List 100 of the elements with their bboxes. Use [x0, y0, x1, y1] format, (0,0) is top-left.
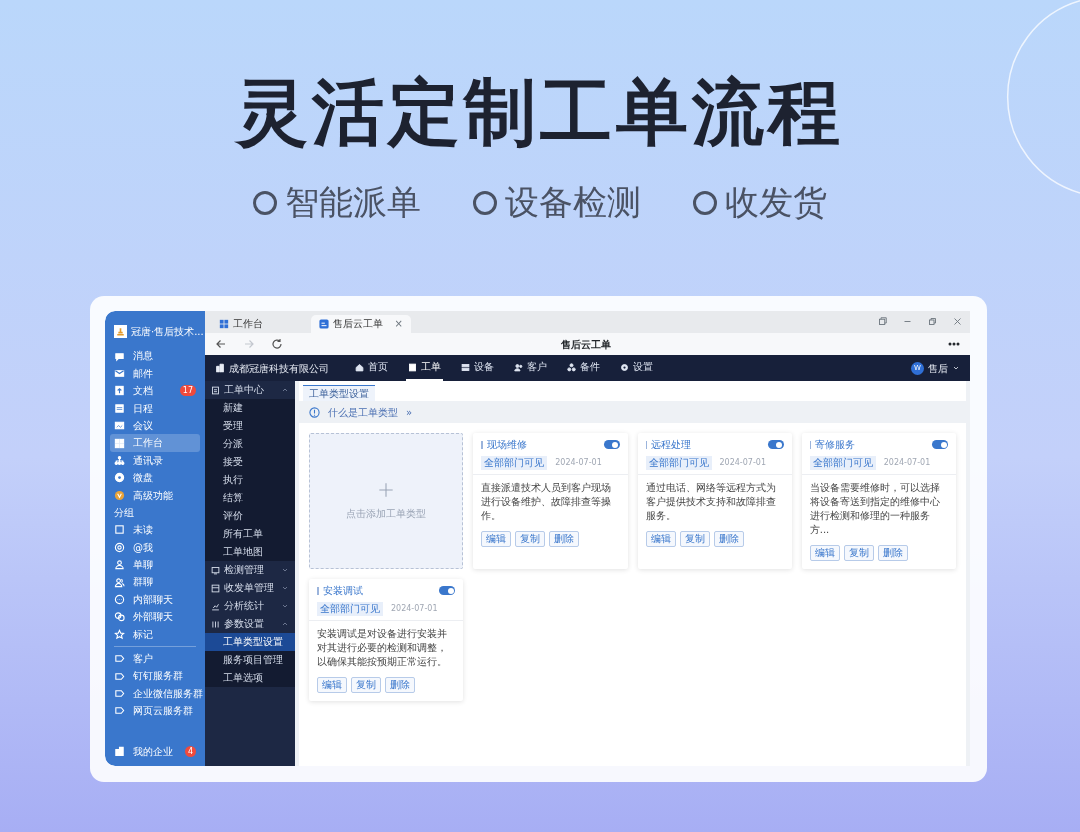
- add-card[interactable]: 点击添加工单类型: [309, 433, 464, 570]
- at-icon: [114, 541, 125, 553]
- nav-item[interactable]: 设备: [459, 355, 496, 382]
- section-heading: 分组: [113, 505, 135, 520]
- card-action-button[interactable]: 删除: [713, 531, 744, 548]
- people-icon: [114, 576, 125, 588]
- sidebar-item[interactable]: 我的企业 4: [110, 743, 200, 761]
- card-action-button[interactable]: 复制: [515, 531, 546, 548]
- page-tab[interactable]: 工单类型设置: [303, 385, 375, 402]
- reload-icon[interactable]: [271, 338, 283, 351]
- nav-item[interactable]: 备件: [565, 355, 602, 382]
- sidebar-item[interactable]: 日程: [110, 399, 200, 417]
- card-title: 安装调试: [322, 584, 363, 599]
- card-date: 2024-07-01: [883, 457, 931, 470]
- nav-item[interactable]: 设置: [618, 355, 655, 382]
- menu-item[interactable]: 评价: [205, 507, 295, 526]
- menu-item[interactable]: 新建: [205, 399, 295, 418]
- menu-item[interactable]: 工单选项: [205, 669, 295, 688]
- sidebar-item[interactable]: 客户: [110, 650, 200, 668]
- sidebar-item[interactable]: 通讯录: [110, 451, 200, 470]
- toggle-switch[interactable]: [767, 440, 784, 450]
- sidebar-item[interactable]: 内部聊天: [110, 590, 200, 609]
- person-icon: [114, 559, 125, 571]
- grid-icon: [219, 319, 229, 330]
- card-action-button[interactable]: 复制: [843, 545, 874, 562]
- menu-item[interactable]: 服务项目管理: [205, 651, 295, 670]
- sidebar-item[interactable]: 网页云服务群: [110, 702, 200, 720]
- card-action-button[interactable]: 编辑: [481, 531, 512, 548]
- company-name: 成都冠唐科技有限公司: [229, 361, 329, 376]
- chat-icon: [114, 350, 125, 362]
- menu-group[interactable]: 分析统计: [205, 597, 295, 616]
- sidebar-item[interactable]: 微盘: [110, 469, 200, 487]
- restore-icon: [928, 316, 937, 326]
- sidebar-item[interactable]: @我: [110, 538, 200, 557]
- sidebar-label: 日程: [133, 401, 153, 416]
- app-icon: [319, 319, 329, 330]
- boxes-icon: [567, 362, 576, 372]
- card-action-button[interactable]: 复制: [679, 531, 710, 548]
- add-card-label: 点击添加工单类型: [346, 506, 427, 521]
- title-marker: [809, 440, 812, 449]
- menu-item[interactable]: 接受: [205, 453, 295, 472]
- tab-label: 工作台: [233, 317, 263, 332]
- menu-group[interactable]: 收发单管理: [205, 579, 295, 598]
- disk-icon: [114, 472, 125, 484]
- card-action-button[interactable]: 删除: [385, 677, 415, 694]
- count-badge: 4: [184, 746, 196, 758]
- card-action-button[interactable]: 编辑: [317, 677, 347, 694]
- nav-item[interactable]: 首页: [353, 355, 390, 382]
- card-action-button[interactable]: 编辑: [809, 545, 840, 562]
- browser-tab[interactable]: 售后云工单 ×: [311, 315, 411, 334]
- help-link[interactable]: 什么是工单类型: [328, 404, 398, 420]
- sidebar-item[interactable]: 标记: [110, 625, 200, 644]
- sidebar-item[interactable]: 未读: [110, 521, 200, 539]
- sidebar-label: 内部聊天: [133, 592, 173, 607]
- sidebar-item[interactable]: 会议: [110, 416, 200, 435]
- sidebar-item[interactable]: 邮件: [110, 364, 200, 383]
- sidebar-item[interactable]: 高级功能: [110, 486, 200, 504]
- plus-icon: [378, 481, 395, 498]
- user-name[interactable]: 售后: [928, 360, 948, 376]
- sidebar-item[interactable]: 钉钉服务群: [110, 667, 200, 685]
- menu-group[interactable]: 检测管理: [205, 561, 295, 580]
- sidebar-item[interactable]: 工作台: [110, 434, 200, 452]
- close-button[interactable]: ×: [394, 315, 403, 334]
- menu-group[interactable]: 参数设置: [205, 615, 295, 634]
- sidebar-item[interactable]: 单聊: [110, 556, 200, 574]
- document-icon: [211, 385, 220, 395]
- sidebar-item[interactable]: 文档 17: [110, 382, 200, 400]
- nav-item[interactable]: 客户: [512, 355, 549, 382]
- card-action-button[interactable]: 删除: [877, 545, 908, 562]
- tag-icon: [114, 653, 125, 665]
- menu-item[interactable]: 分派: [205, 435, 295, 454]
- card-title: 远程处理: [651, 438, 691, 453]
- card-action-button[interactable]: 删除: [549, 531, 580, 548]
- toggle-switch[interactable]: [603, 440, 620, 450]
- sidebar-item[interactable]: 外部聊天: [110, 608, 200, 626]
- square-icon: [114, 524, 125, 536]
- info-icon: [309, 406, 320, 418]
- menu-group[interactable]: 工单中心: [205, 381, 295, 400]
- toggle-switch[interactable]: [932, 440, 948, 450]
- close-icon: [953, 316, 962, 326]
- card-action-button[interactable]: 编辑: [645, 531, 676, 548]
- menu-item[interactable]: 工单类型设置: [205, 633, 295, 652]
- menu-item[interactable]: 所有工单: [205, 525, 295, 544]
- sidebar-label: 高级功能: [133, 488, 173, 503]
- feature-label: 智能派单: [285, 184, 421, 222]
- building-icon: [114, 746, 125, 758]
- toggle-switch[interactable]: [439, 586, 456, 596]
- bars-icon: [211, 619, 220, 629]
- menu-item[interactable]: 执行: [205, 471, 295, 490]
- sidebar-item[interactable]: 消息: [110, 347, 200, 365]
- menu-item[interactable]: 受理: [205, 417, 295, 436]
- menu-item[interactable]: 结算: [205, 489, 295, 508]
- browser-tab[interactable]: 工作台: [211, 315, 271, 334]
- sidebar-item[interactable]: 群聊: [110, 573, 200, 591]
- card-date: 2024-07-01: [719, 457, 766, 470]
- sidebar-label: 标记: [133, 627, 153, 642]
- menu-item[interactable]: 工单地图: [205, 543, 295, 562]
- card-action-button[interactable]: 复制: [351, 677, 381, 694]
- scope-tag: 全部部门可见: [809, 456, 876, 471]
- org-chart-icon: [114, 454, 125, 466]
